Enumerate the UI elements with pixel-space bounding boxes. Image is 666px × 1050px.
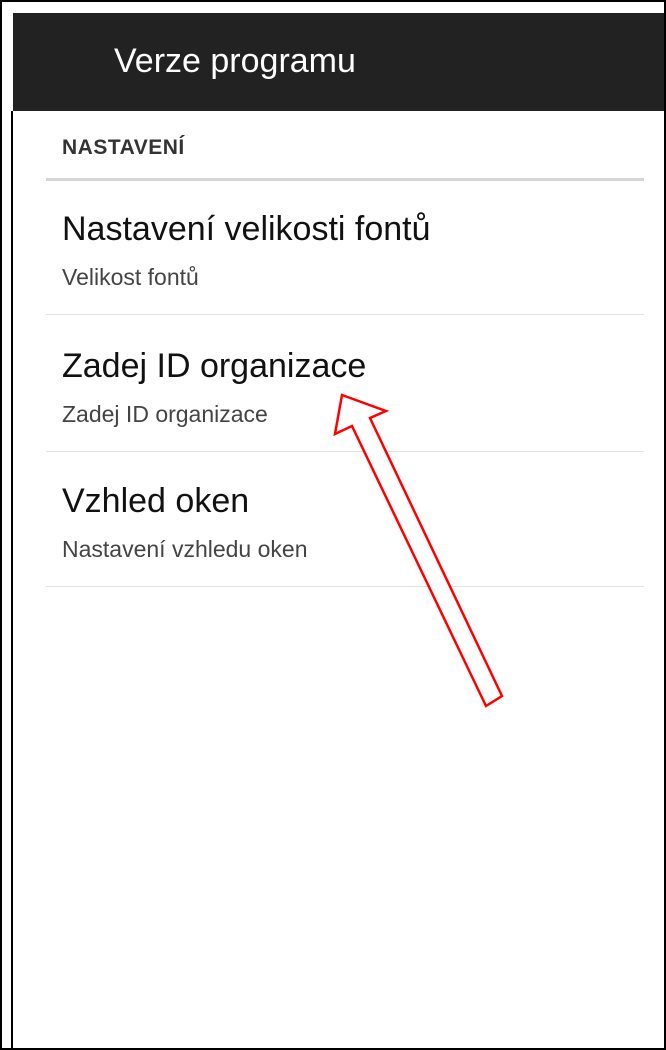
preference-title: Nastavení velikosti fontů [62,210,431,248]
preference-item-window-appearance[interactable]: Vzhled oken Nastavení vzhledu oken [46,452,644,587]
preference-summary: Zadej ID organizace [62,401,268,427]
section-header-label: NASTAVENÍ [62,136,185,159]
section-header: NASTAVENÍ [46,124,644,181]
preference-summary: Velikost fontů [62,264,199,290]
preference-summary: Nastavení vzhledu oken [62,536,308,562]
preference-item-organization-id[interactable]: Zadej ID organizace Zadej ID organizace [46,315,644,452]
left-edge-strip [11,111,13,1048]
app-screen: Verze programu NASTAVENÍ Nastavení velik… [0,0,666,1050]
preference-item-font-size[interactable]: Nastavení velikosti fontů Velikost fontů [46,180,644,315]
action-bar-title: Verze programu [114,42,356,80]
preference-title: Vzhled oken [62,482,250,520]
action-bar: Verze programu [13,13,664,111]
preference-title: Zadej ID organizace [62,347,367,385]
